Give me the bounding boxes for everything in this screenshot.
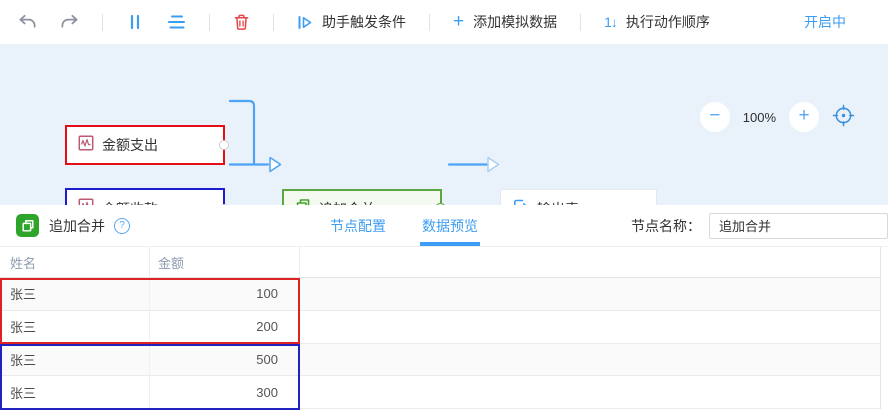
trigger-condition-label: 助手触发条件 [322,12,406,32]
horizontal-lines-icon [167,14,186,30]
zoom-controls: − 100% + [700,102,855,132]
cell-amount: 100 [150,278,300,310]
status-toggle[interactable]: 开启中 [804,12,846,32]
sort-order-icon: 1↓ [604,14,617,30]
node-name-label: 节点名称： [631,216,701,236]
trash-icon [233,13,250,31]
redo-button[interactable] [60,14,79,30]
run-trigger-icon [297,15,313,30]
node-panel-header: 追加合并 ? 节点配置 数据预览 节点名称： [0,205,888,247]
plus-icon: + [453,15,464,29]
output-port [219,140,229,150]
toolbar-divider [580,14,581,31]
table-header: 姓名 金额 [0,247,880,278]
node-name-group: 节点名称： [631,205,888,246]
fit-view-button[interactable] [832,104,855,130]
cell-amount: 500 [150,344,300,376]
cell-name: 张三 [0,278,150,310]
zoom-in-button[interactable]: + [789,102,819,132]
toolbar-divider [102,14,103,31]
column-header-spacer [300,247,880,277]
exec-order-button[interactable]: 1↓ 执行动作顺序 [604,12,710,32]
flow-canvas[interactable]: 金额支出 金额收款 追加合并 输出表 [0,44,888,205]
align-horizontal-button[interactable] [167,14,186,30]
zoom-level: 100% [743,110,776,125]
trigger-condition-button[interactable]: 助手触发条件 [297,12,406,32]
table-row[interactable]: 张三 100 [0,278,880,311]
cell-amount: 300 [150,376,300,408]
table: 姓名 金额 张三 100 张三 200 张三 500 张三 300 [0,247,881,409]
append-merge-node-icon [16,214,39,237]
crosshair-icon [832,104,855,130]
toolbar-divider [273,14,274,31]
table-row[interactable]: 张三 300 [0,376,880,409]
add-mock-data-button[interactable]: + 添加模拟数据 [453,12,557,32]
add-mock-data-label: 添加模拟数据 [473,12,557,32]
zoom-out-button[interactable]: − [700,102,730,132]
delete-button[interactable] [233,13,250,31]
cell-name: 张三 [0,311,150,343]
exec-order-label: 执行动作顺序 [626,12,710,32]
toolbar-divider [429,14,430,31]
cell-name: 张三 [0,376,150,408]
undo-button[interactable] [18,14,37,30]
flow-editor-screen: 助手触发条件 + 添加模拟数据 1↓ 执行动作顺序 开启中 金额支出 [0,0,888,410]
node-name-input[interactable] [709,213,888,239]
table-row[interactable]: 张三 500 [0,344,880,377]
panel-tabs: 节点配置 数据预览 [330,205,478,246]
data-preview-table: 姓名 金额 张三 100 张三 200 张三 500 张三 300 [0,247,888,410]
undo-icon [18,14,37,30]
align-vertical-button[interactable] [126,14,144,30]
dataset-chart-icon [78,135,94,156]
vertical-bars-icon [126,14,144,30]
toolbar-divider [209,14,210,31]
column-header-name: 姓名 [0,247,150,277]
panel-title: 追加合并 [49,216,105,236]
column-header-amount: 金额 [150,247,300,277]
cell-amount: 200 [150,311,300,343]
toolbar: 助手触发条件 + 添加模拟数据 1↓ 执行动作顺序 开启中 [0,0,888,44]
tab-data-preview[interactable]: 数据预览 [422,205,478,246]
node-expense[interactable]: 金额支出 [65,125,225,165]
tab-node-config[interactable]: 节点配置 [330,205,386,246]
node-label: 金额支出 [102,135,158,155]
help-icon[interactable]: ? [114,218,130,234]
redo-icon [60,14,79,30]
table-row[interactable]: 张三 200 [0,311,880,344]
cell-name: 张三 [0,344,150,376]
